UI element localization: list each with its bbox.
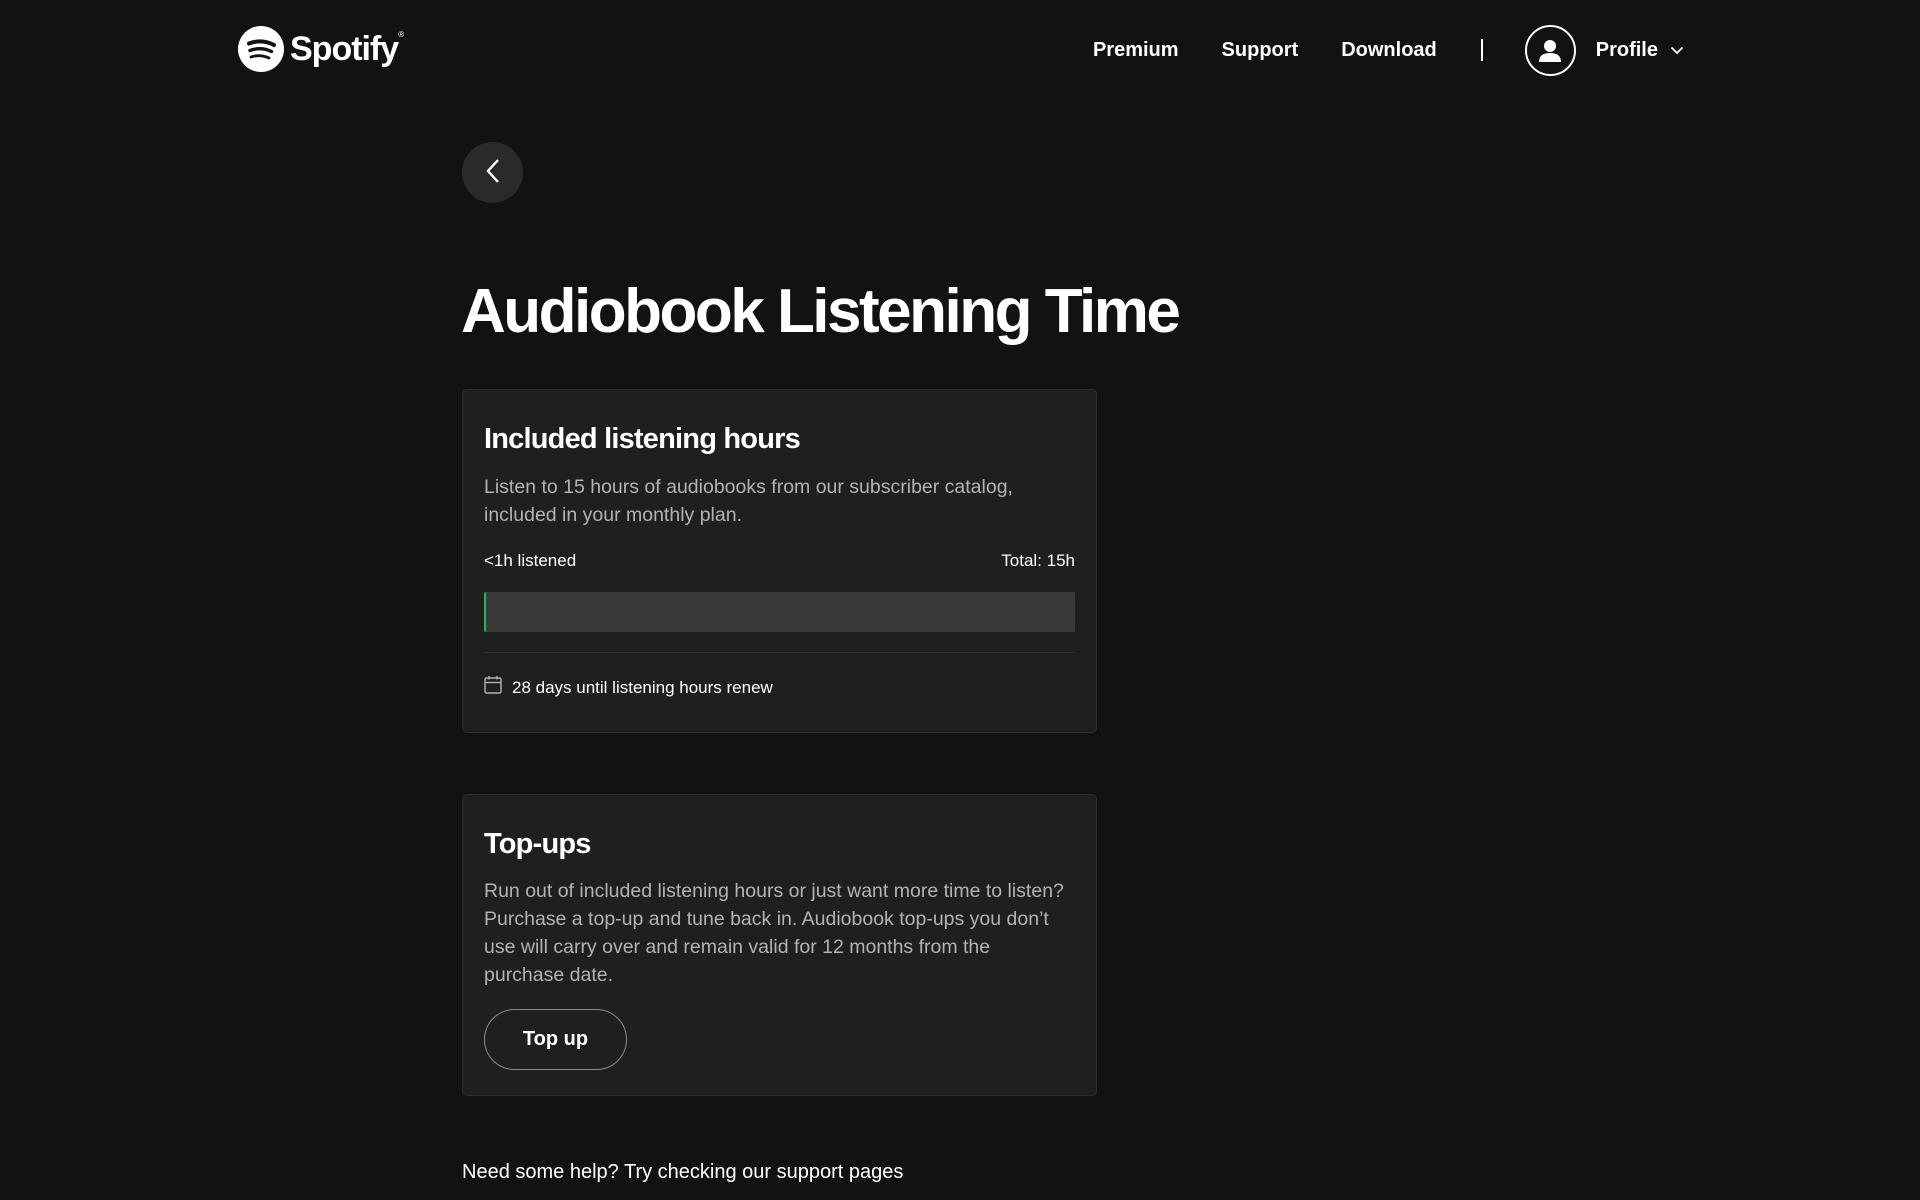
chevron-down-icon [1670, 45, 1684, 55]
top-navigation: Spotify® Premium Support Download Profil… [0, 0, 1920, 100]
spotify-logo[interactable]: Spotify® [238, 25, 404, 73]
total-hours: Total: 15h [1001, 551, 1075, 570]
included-hours-title: Included listening hours [484, 423, 801, 455]
nav-support-link[interactable]: Support [1222, 39, 1299, 62]
brand-name: Spotify® [290, 29, 404, 68]
top-up-button[interactable]: Top up [484, 1009, 627, 1070]
user-icon [1524, 24, 1576, 76]
listening-progress-bar [484, 592, 1075, 632]
renewal-info: 28 days until listening hours renew [484, 675, 1075, 701]
listening-progress-fill [484, 592, 486, 632]
nav-premium-link[interactable]: Premium [1093, 39, 1179, 62]
calendar-icon [484, 675, 502, 701]
chevron-left-icon [485, 158, 501, 187]
page-title: Audiobook Listening Time [461, 277, 1181, 346]
nav-download-link[interactable]: Download [1341, 39, 1437, 62]
spotify-logo-icon [238, 26, 284, 72]
profile-menu-button[interactable]: Profile [1524, 24, 1684, 76]
nav-divider [1480, 39, 1483, 61]
included-hours-card: Included listening hours Listen to 15 ho… [462, 389, 1097, 733]
topups-card: Top-ups Run out of included listening ho… [462, 794, 1097, 1096]
back-button[interactable] [462, 142, 523, 203]
profile-label: Profile [1595, 38, 1658, 61]
card-divider [484, 652, 1075, 653]
topups-description: Run out of included listening hours or j… [484, 880, 1064, 986]
listened-amount: <1h listened [484, 551, 577, 570]
support-help-link[interactable]: Need some help? Try checking our support… [462, 1158, 903, 1186]
included-hours-description: Listen to 15 hours of audiobooks from ou… [484, 476, 1013, 526]
usage-summary: <1h listened Total: 15h [484, 549, 1075, 573]
renewal-text: 28 days until listening hours renew [512, 678, 773, 697]
topups-title: Top-ups [484, 828, 591, 860]
main-nav: Premium Support Download Profile [1093, 24, 1684, 76]
